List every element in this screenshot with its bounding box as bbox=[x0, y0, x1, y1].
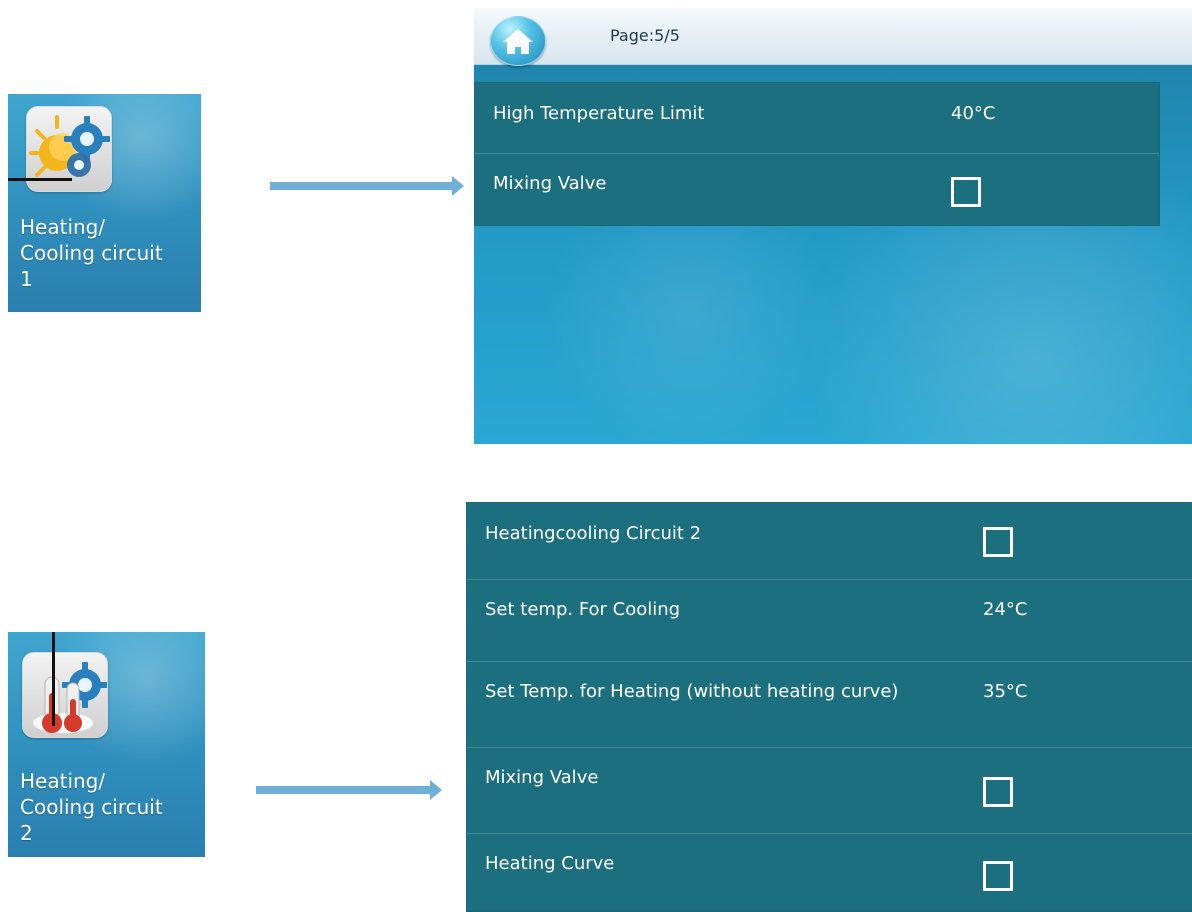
arrow-to-screen-2 bbox=[256, 780, 442, 800]
home-button[interactable] bbox=[490, 16, 546, 66]
settings-row-mixing-valve-2[interactable]: Mixing Valve bbox=[467, 747, 1192, 834]
settings-row-high-temp-limit[interactable]: High Temperature Limit 40°C bbox=[475, 83, 1159, 154]
thermometer-gear-icon bbox=[33, 662, 108, 733]
tile-2-label: Heating/ Cooling circuit 2 bbox=[20, 769, 163, 845]
row-label: Set temp. For Cooling bbox=[485, 599, 681, 620]
circuit-2-checkbox[interactable] bbox=[983, 527, 1013, 557]
row-value: 35°C bbox=[983, 681, 1028, 702]
row-label: Mixing Valve bbox=[493, 173, 607, 194]
heating-curve-checkbox[interactable] bbox=[983, 861, 1013, 891]
settings-panel-top: High Temperature Limit 40°C Mixing Valve bbox=[474, 82, 1160, 226]
settings-row-mixing-valve[interactable]: Mixing Valve bbox=[475, 153, 1159, 225]
settings-row-set-temp-heating[interactable]: Set Temp. for Heating (without heating c… bbox=[467, 661, 1192, 748]
row-label: Set Temp. for Heating (without heating c… bbox=[485, 681, 899, 702]
page-indicator: Page:5/5 bbox=[610, 26, 680, 45]
row-label: High Temperature Limit bbox=[493, 103, 705, 124]
settings-row-set-temp-cooling[interactable]: Set temp. For Cooling 24°C bbox=[467, 579, 1192, 662]
connector-line bbox=[52, 632, 55, 726]
mixing-valve-2-checkbox[interactable] bbox=[983, 777, 1013, 807]
heating-cooling-circuit-2-tile[interactable]: Heating/ Cooling circuit 2 bbox=[8, 632, 205, 857]
circuit-2-settings-panel: Heatingcooling Circuit 2 Set temp. For C… bbox=[466, 502, 1192, 912]
heating-cooling-circuit-1-tile[interactable]: Heating/ Cooling circuit 1 bbox=[8, 94, 201, 312]
row-label: Heatingcooling Circuit 2 bbox=[485, 523, 702, 544]
icon-box-2 bbox=[22, 652, 108, 738]
row-value: 24°C bbox=[983, 599, 1028, 620]
settings-row-heating-curve[interactable]: Heating Curve bbox=[467, 833, 1192, 911]
arrow-to-screen-1 bbox=[270, 176, 464, 196]
connector-line bbox=[8, 178, 72, 181]
row-label: Heating Curve bbox=[485, 853, 615, 874]
top-bar: Page:5/5 bbox=[474, 8, 1192, 66]
circuit-1-screen: Page:5/5 High Temperature Limit 40°C Mix… bbox=[474, 8, 1192, 444]
settings-row-circuit-2-enable[interactable]: Heatingcooling Circuit 2 bbox=[467, 503, 1192, 580]
home-icon bbox=[503, 29, 533, 54]
tile-1-label: Heating/ Cooling circuit 1 bbox=[20, 215, 163, 291]
row-label: Mixing Valve bbox=[485, 767, 599, 788]
row-value: 40°C bbox=[951, 103, 996, 124]
mixing-valve-checkbox[interactable] bbox=[951, 177, 981, 207]
